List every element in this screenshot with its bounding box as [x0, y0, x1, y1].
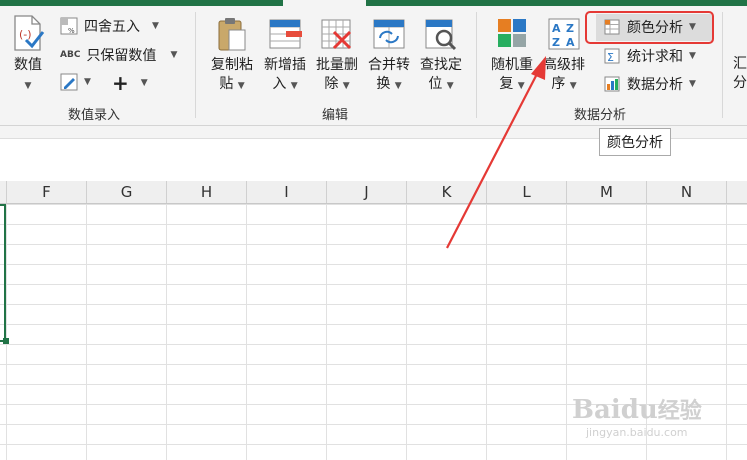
watermark-url: jingyan.baidu.com: [586, 426, 688, 439]
watermark-logo: Baidu经验: [572, 395, 702, 425]
annotation-arrow: [446, 56, 546, 249]
